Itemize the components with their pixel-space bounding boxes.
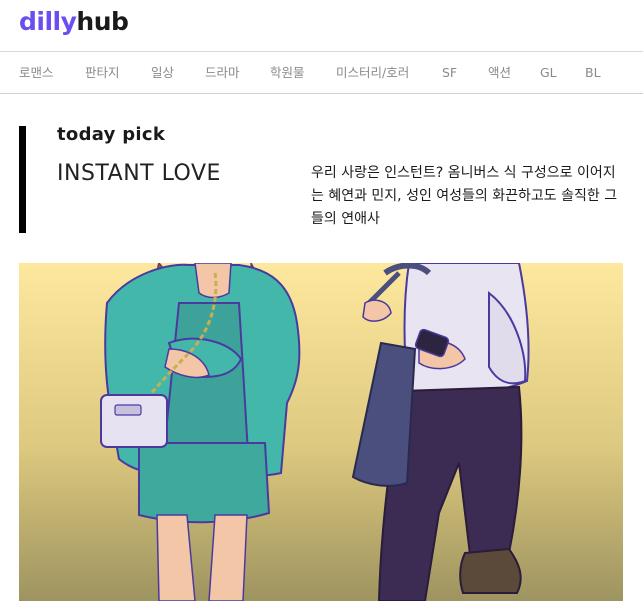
logo-part-hub: hub [76,7,129,36]
hero-illustration-image [19,263,623,601]
today-pick-title[interactable]: INSTANT LOVE [57,161,221,186]
nav-item-fantasy[interactable]: 판타지 [85,65,120,81]
site-logo[interactable]: dillyhub [19,7,129,37]
nav-item-romance[interactable]: 로맨스 [19,65,54,81]
nav-item-action[interactable]: 액션 [488,65,511,81]
nav-item-school[interactable]: 학원물 [270,65,305,81]
hero-illustration[interactable] [19,263,623,601]
nav-item-mystery-horror[interactable]: 미스터리/호러 [336,65,409,81]
today-pick-description: 우리 사랑은 인스턴트? 옴니버스 식 구성으로 이어지는 혜연과 민지, 성인… [311,165,618,227]
site-header: dillyhub [0,0,643,52]
nav-item-sf[interactable]: SF [442,65,457,81]
nav-item-gl[interactable]: GL [540,65,557,81]
today-pick-section: today pick INSTANT LOVE 우리 사랑은 인스턴트? 옴니버… [0,95,643,255]
nav-item-bl[interactable]: BL [585,65,601,81]
today-pick-label: today pick [57,124,166,145]
nav-item-drama[interactable]: 드라마 [205,65,240,81]
genre-nav: 로맨스 판타지 일상 드라마 학원물 미스터리/호러 SF 액션 GL BL [0,53,643,94]
nav-item-daily[interactable]: 일상 [151,65,174,81]
logo-part-dilly: dilly [19,7,77,36]
accent-bar [19,126,26,233]
